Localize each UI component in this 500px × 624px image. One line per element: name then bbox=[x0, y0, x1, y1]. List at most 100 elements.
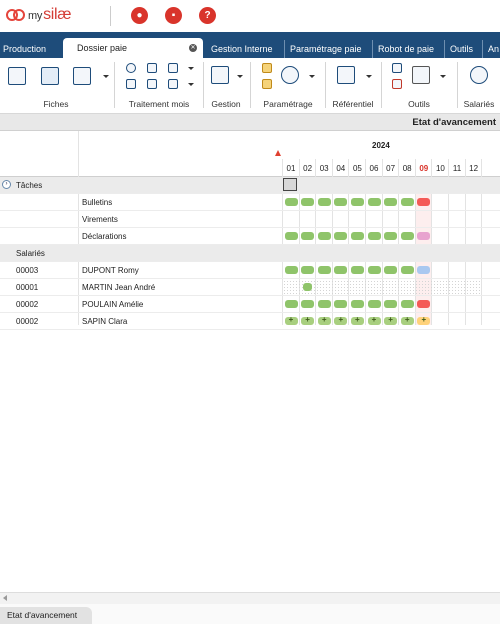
month-header[interactable]: 09 bbox=[416, 164, 432, 173]
tools-icon[interactable] bbox=[412, 66, 430, 84]
chevron-down-icon[interactable] bbox=[309, 75, 315, 78]
close-tab-icon[interactable]: ✕ bbox=[189, 44, 197, 52]
status-done-pill[interactable] bbox=[284, 232, 298, 240]
document-list-icon[interactable] bbox=[337, 66, 355, 84]
status-done-pill[interactable] bbox=[334, 300, 348, 308]
horizontal-scrollbar[interactable] bbox=[0, 592, 500, 604]
status-done-pill[interactable] bbox=[301, 266, 315, 274]
status-done-pill[interactable] bbox=[317, 198, 331, 206]
status-plus-pill[interactable] bbox=[400, 315, 414, 325]
month-header[interactable]: 05 bbox=[349, 164, 365, 173]
status-done-pill[interactable] bbox=[334, 198, 348, 206]
status-done-pill[interactable] bbox=[350, 198, 364, 206]
status-plus-pill[interactable] bbox=[367, 315, 381, 325]
status-done-pill[interactable] bbox=[384, 198, 398, 206]
month-header[interactable]: 02 bbox=[300, 164, 316, 173]
month-header[interactable]: 12 bbox=[466, 164, 482, 173]
edit-icon[interactable] bbox=[147, 79, 157, 89]
month-header[interactable]: 07 bbox=[383, 164, 399, 173]
status-done-pill[interactable] bbox=[334, 232, 348, 240]
status-done-pill[interactable] bbox=[400, 232, 414, 240]
clock-icon[interactable] bbox=[126, 63, 136, 73]
status-done-pill[interactable] bbox=[317, 232, 331, 240]
user-card-icon[interactable] bbox=[73, 67, 91, 85]
status-done-pill[interactable] bbox=[400, 266, 414, 274]
status-plus-pill[interactable] bbox=[350, 315, 364, 325]
status-plus-pill[interactable] bbox=[284, 315, 298, 325]
tab-parametrage-paie[interactable]: Paramétrage paie bbox=[284, 40, 362, 58]
chevron-down-icon[interactable] bbox=[188, 83, 194, 86]
status-done-pill[interactable] bbox=[284, 266, 298, 274]
gear-icon[interactable] bbox=[281, 66, 299, 84]
status-done-pill[interactable] bbox=[317, 300, 331, 308]
status-error-pill[interactable] bbox=[417, 300, 431, 308]
status-done-pill[interactable] bbox=[317, 266, 331, 274]
users-icon[interactable] bbox=[470, 66, 488, 84]
month-header[interactable]: 10 bbox=[432, 164, 448, 173]
status-done-pill[interactable] bbox=[334, 266, 348, 274]
bottom-tab-etat-avancement[interactable]: Etat d'avancement bbox=[0, 607, 92, 624]
chevron-down-icon[interactable] bbox=[188, 67, 194, 70]
app-logo[interactable]: mysilæ bbox=[6, 6, 72, 24]
tab-outils[interactable]: Outils bbox=[444, 40, 473, 58]
tab-robot-de-paie[interactable]: Robot de paie bbox=[372, 40, 434, 58]
status-plus-pill[interactable] bbox=[334, 315, 348, 325]
employee-row[interactable]: 00002 POULAIN Amélie bbox=[0, 296, 500, 313]
status-done-pill[interactable] bbox=[301, 198, 315, 206]
tab-production[interactable]: Production bbox=[3, 40, 46, 58]
status-done-pill[interactable] bbox=[367, 300, 381, 308]
status-done-pill[interactable] bbox=[400, 300, 414, 308]
status-error-pill[interactable] bbox=[417, 198, 431, 206]
status-done-pill[interactable] bbox=[384, 232, 398, 240]
chevron-down-icon[interactable] bbox=[440, 75, 446, 78]
transfer-icon[interactable] bbox=[126, 79, 136, 89]
status-done-pill[interactable] bbox=[384, 266, 398, 274]
calendar-icon[interactable]: ▪ bbox=[165, 7, 182, 24]
status-warn-pill[interactable] bbox=[417, 315, 431, 325]
status-pending-pill[interactable] bbox=[417, 232, 431, 240]
calendar-check-icon[interactable] bbox=[168, 63, 178, 73]
settings-doc-icon[interactable] bbox=[168, 79, 178, 89]
status-done-pill[interactable] bbox=[350, 266, 364, 274]
month-header[interactable]: 03 bbox=[316, 164, 332, 173]
status-done-pill[interactable] bbox=[384, 300, 398, 308]
status-done-pill[interactable] bbox=[284, 198, 298, 206]
database-icon[interactable] bbox=[392, 63, 402, 73]
task-row[interactable]: Bulletins bbox=[0, 194, 500, 211]
status-entry-pill[interactable] bbox=[302, 283, 312, 291]
chevron-down-icon[interactable] bbox=[103, 75, 109, 78]
status-done-pill[interactable] bbox=[367, 198, 381, 206]
building-icon[interactable] bbox=[41, 67, 59, 85]
status-info-pill[interactable] bbox=[417, 266, 431, 274]
chevron-down-icon[interactable] bbox=[366, 75, 372, 78]
status-done-pill[interactable] bbox=[367, 266, 381, 274]
expand-icon[interactable]: › bbox=[2, 180, 11, 189]
task-row[interactable]: Virements bbox=[0, 211, 500, 228]
employee-row[interactable]: 00003 DUPONT Romy bbox=[0, 262, 500, 279]
chevron-down-icon[interactable] bbox=[237, 75, 243, 78]
tab-overflow[interactable]: An bbox=[482, 40, 499, 58]
sort-indicator-icon[interactable] bbox=[275, 150, 281, 156]
status-done-pill[interactable] bbox=[367, 232, 381, 240]
tab-gestion-interne[interactable]: Gestion Interne bbox=[211, 40, 273, 58]
task-row[interactable]: Déclarations bbox=[0, 228, 500, 245]
snowflake-icon[interactable] bbox=[8, 67, 26, 85]
calendar-alert-icon[interactable] bbox=[392, 79, 402, 89]
help-icon[interactable]: ? bbox=[199, 7, 216, 24]
month-header[interactable]: 11 bbox=[449, 164, 465, 173]
employee-row[interactable]: 00002 SAPIN Clara bbox=[0, 313, 500, 330]
month-header[interactable]: 08 bbox=[399, 164, 415, 173]
calendar-edit-icon[interactable] bbox=[147, 63, 157, 73]
month-header[interactable]: 01 bbox=[283, 164, 299, 173]
month-header[interactable]: 04 bbox=[333, 164, 349, 173]
clipboard-icon[interactable] bbox=[211, 66, 229, 84]
status-done-pill[interactable] bbox=[400, 198, 414, 206]
folder-settings-icon[interactable] bbox=[262, 79, 272, 89]
status-plus-pill[interactable] bbox=[301, 315, 315, 325]
status-plus-pill[interactable] bbox=[317, 315, 331, 325]
folder-icon[interactable] bbox=[262, 63, 272, 73]
status-done-pill[interactable] bbox=[301, 300, 315, 308]
employee-row[interactable]: 00001 MARTIN Jean André bbox=[0, 279, 500, 296]
status-done-pill[interactable] bbox=[350, 300, 364, 308]
month-header[interactable]: 06 bbox=[366, 164, 382, 173]
